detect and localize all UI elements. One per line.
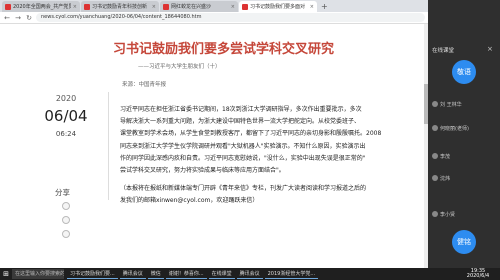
- tab-label: 2020年全国两会_共产党员网: [13, 4, 71, 10]
- participant-item[interactable]: 刘 王林华: [432, 96, 496, 112]
- divider: [108, 92, 109, 200]
- taskbar-search[interactable]: 在这里输入你要搜索的内容: [12, 269, 64, 279]
- date-time: 06:24: [55, 130, 77, 138]
- editor-note-line: （本报将在报纸和新媒体端专门开辟《青年来信》专栏，刊发广大读者阅读和学习报道之后…: [120, 185, 367, 193]
- browser-tab[interactable]: 网红蛟龙在兴盛沙 ×: [160, 1, 238, 12]
- participant-name: 沈炜: [440, 175, 451, 182]
- article-subtitle: ——习近平与大学生朋友们（十）: [138, 64, 221, 70]
- share-wechat-icon[interactable]: [62, 202, 70, 210]
- url-field[interactable]: news.cyol.com/yuanchuang/2020-06/04/cont…: [36, 13, 425, 22]
- reload-icon[interactable]: ↻: [25, 14, 33, 22]
- participant-name: 何晓丽(老师): [440, 125, 469, 132]
- avatar[interactable]: 健铭: [452, 230, 476, 254]
- user-icon: [432, 125, 438, 131]
- browser-tab[interactable]: 习书记鼓励青年科技创新 ×: [81, 1, 159, 12]
- system-clock[interactable]: 19:35 2020/6/4: [456, 268, 500, 280]
- publish-date: 2020 06/04 06:24: [36, 94, 96, 138]
- new-tab-button[interactable]: +: [318, 1, 331, 12]
- taskbar-app[interactable]: 在线课堂: [208, 269, 235, 279]
- taskbar-app[interactable]: 微信: [147, 269, 164, 279]
- tab-bar: 2020年全国两会_共产党员网 × 习书记鼓励青年科技创新 × 网红蛟龙在兴盛沙…: [0, 0, 428, 12]
- paragraph-line: 作的同学因此深感内疚和自责。习近平同志宽慰她说，"没什么，实验中出现失误是很正常…: [120, 154, 366, 162]
- avatar[interactable]: 敬语: [452, 60, 476, 84]
- favicon-icon: [242, 3, 248, 10]
- browser-tab[interactable]: 2020年全国两会_共产党员网 ×: [2, 1, 80, 12]
- tab-close-icon[interactable]: ×: [73, 4, 77, 10]
- share-qq-icon[interactable]: [62, 230, 70, 238]
- date-year: 2020: [55, 94, 77, 103]
- participant-name: 刘 王林华: [440, 101, 462, 108]
- tab-label: 习书记鼓励青年科技创新: [92, 4, 148, 10]
- panel-title: 在线课堂: [432, 48, 455, 54]
- tab-close-icon[interactable]: ×: [231, 4, 235, 10]
- participant-item[interactable]: 李茂: [432, 148, 496, 164]
- taskbar-app[interactable]: 习书记鼓励我们要...: [67, 269, 118, 279]
- favicon-icon: [84, 3, 90, 10]
- participant-item[interactable]: 沈炜: [432, 170, 496, 186]
- favicon-icon: [5, 3, 11, 10]
- taskbar-apps: 习书记鼓励我们要... 腾讯会议 微信 谢谢！恭喜你... 在线课堂 腾讯会议 …: [67, 269, 456, 279]
- paragraph-line: 习近平同志在担任浙江省委书记期间，18次到浙江大学调研指导，多次作出重要批示，多…: [120, 106, 362, 113]
- user-icon: [432, 175, 438, 181]
- share-weibo-icon[interactable]: [62, 216, 70, 224]
- paragraph-line: 课堂教室到学术会场，从学生食堂到教授客厅，都留下了习近平同志的亲切身影和殷殷嘱托…: [120, 130, 382, 138]
- share-label: 分享: [55, 188, 70, 197]
- article-body: 习近平同志在担任浙江省委书记期间，18次到浙江大学调研指导，多次作出重要批示，多…: [120, 104, 428, 208]
- paragraph-line: 尝试学科交叉研究，努力将实验成果与临床等应用方面结合"。: [120, 167, 285, 175]
- article-title: 习书记鼓励我们要多尝试学科交叉研究: [113, 42, 335, 57]
- taskbar: ⊞ 在这里输入你要搜索的内容 习书记鼓励我们要... 腾讯会议 微信 谢谢！恭喜…: [0, 268, 500, 280]
- taskbar-app[interactable]: 2019浙经管大学党...: [264, 269, 319, 279]
- taskbar-app[interactable]: 腾讯会议: [236, 269, 263, 279]
- participant-item[interactable]: 何晓丽(老师): [432, 120, 496, 136]
- user-icon: [432, 211, 438, 217]
- taskbar-app[interactable]: 腾讯会议: [119, 269, 146, 279]
- browser-window: 2020年全国两会_共产党员网 × 习书记鼓励青年科技创新 × 网红蛟龙在兴盛沙…: [0, 0, 428, 268]
- forward-icon[interactable]: →: [14, 14, 22, 22]
- participant-item[interactable]: 李小贤: [432, 206, 496, 222]
- user-icon: [432, 101, 438, 107]
- user-icon: [432, 153, 438, 159]
- editor-note-line: 发我们的邮箱xinwen@cyol.com，欢迎踊跃来信）: [120, 197, 259, 205]
- address-bar: ← → ↻ news.cyol.com/yuanchuang/2020-06/0…: [0, 12, 428, 24]
- participant-name: 李茂: [440, 153, 451, 160]
- panel-close-icon[interactable]: ×: [487, 45, 493, 53]
- participant-name: 李小贤: [440, 211, 456, 218]
- meeting-side-panel: 在线课堂 × 敬语 刘 王林华 何晓丽(老师) 李茂 沈炜 李小贤 健铭: [428, 0, 500, 268]
- favicon-icon: [163, 3, 169, 10]
- paragraph-line: 同志来到浙江大学学生仪学院调研并观看"大狱机器人"实验演示。不知什么原因，实验演…: [120, 142, 366, 150]
- article-source: 来源：中国青年报: [122, 82, 167, 88]
- date-month-day: 06/04: [44, 107, 88, 125]
- tab-close-icon[interactable]: ×: [310, 4, 314, 10]
- paragraph-line: 导解决浙大一系列重大问题，为浙大建设中国特色世界一流大学把舵定向。从校党委班子、: [120, 118, 361, 126]
- taskbar-app[interactable]: 谢谢！恭喜你...: [165, 269, 207, 279]
- browser-tab-active[interactable]: 习书记鼓励我们要多面对 ×: [239, 1, 317, 12]
- clock-date: 2020/6/4: [466, 273, 490, 279]
- article-page: 习书记鼓励我们要多尝试学科交叉研究 ——习近平与大学生朋友们（十） 来源：中国青…: [0, 24, 428, 268]
- start-icon[interactable]: ⊞: [0, 270, 12, 278]
- tab-close-icon[interactable]: ×: [152, 4, 156, 10]
- tab-label: 网红蛟龙在兴盛沙: [171, 4, 212, 10]
- back-icon[interactable]: ←: [3, 14, 11, 22]
- tab-label: 习书记鼓励我们要多面对: [250, 4, 306, 10]
